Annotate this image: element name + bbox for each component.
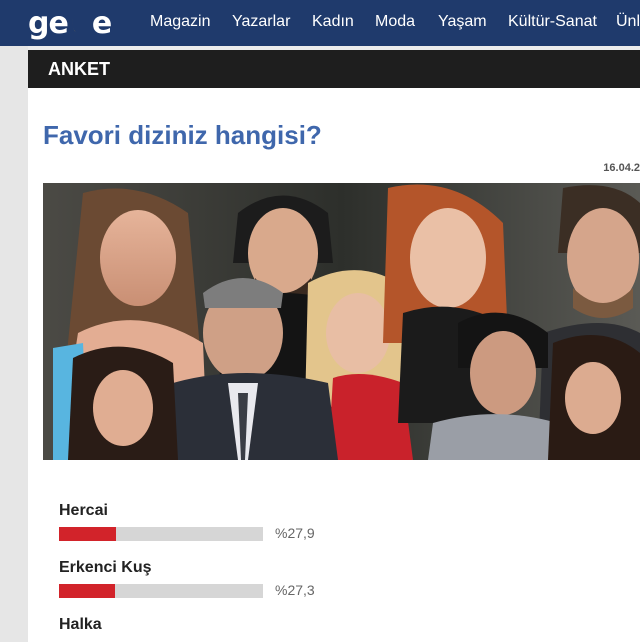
left-margin (0, 46, 28, 642)
content-area: ANKET Favori diziniz hangisi? 16.04.2 He… (28, 50, 640, 642)
poll-bar-track (59, 584, 263, 598)
section-title: ANKET (48, 59, 110, 79)
page-title: Favori diziniz hangisi? (43, 120, 322, 150)
crescent-moon-icon (71, 9, 89, 36)
poll-option-label: Halka (59, 616, 102, 633)
nav-item-kultur-sanat[interactable]: Kültür-Sanat (508, 13, 597, 31)
poll-option-percent: %27,3 (275, 582, 315, 598)
poll-option-label: Erkenci Kuş (59, 559, 152, 576)
poll-option-label: Hercai (59, 502, 108, 519)
site-logo[interactable]: ge e (28, 4, 112, 42)
nav-item-magazin[interactable]: Magazin (150, 13, 210, 31)
section-header: ANKET (28, 50, 640, 88)
poll-option-percent: %27,9 (275, 525, 315, 541)
poll-bar-track (59, 527, 263, 541)
nav-item-yasam[interactable]: Yaşam (438, 13, 487, 31)
nav-item-moda[interactable]: Moda (375, 13, 415, 31)
nav-item-yazarlar[interactable]: Yazarlar (232, 13, 290, 31)
poll-bar-fill (59, 584, 115, 598)
nav-item-kadin[interactable]: Kadın (312, 13, 354, 31)
poll-bar-fill (59, 527, 116, 541)
nav-item-unlu[interactable]: Ünl (616, 13, 640, 31)
publish-date: 16.04.2 (603, 162, 640, 174)
cast-collage (43, 183, 640, 460)
hero-image (43, 183, 640, 460)
top-navigation: ge e Magazin Yazarlar Kadın Moda Yaşam Kü… (0, 0, 640, 46)
logo-wordmark: ge (28, 5, 69, 41)
